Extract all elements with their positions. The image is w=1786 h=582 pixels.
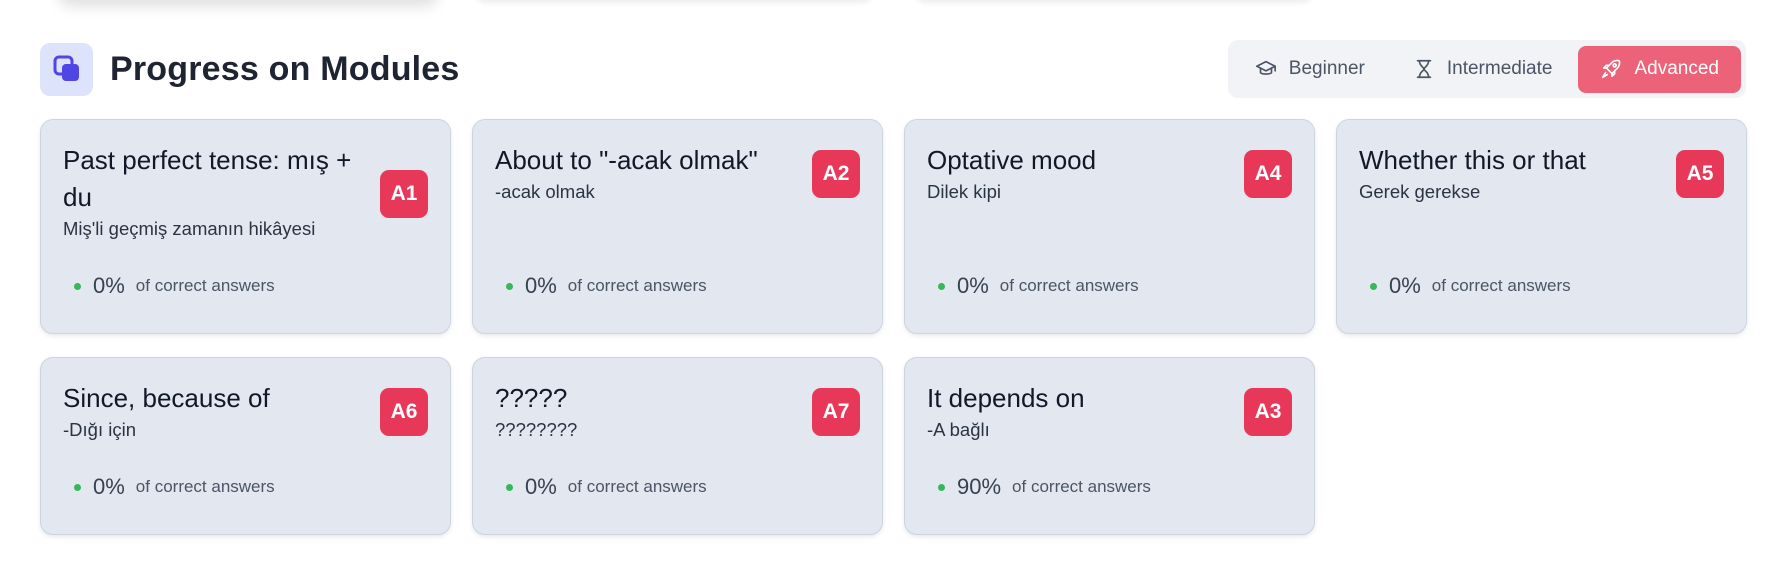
module-card[interactable]: About to "-acak olmak" -acak olmak A2 0%… — [472, 119, 883, 334]
progress-label: of correct answers — [567, 477, 707, 496]
level-badge: A2 — [812, 150, 860, 198]
level-badge: A3 — [1244, 388, 1292, 436]
module-card[interactable]: Optative mood Dilek kipi A4 0% of correc… — [904, 119, 1315, 334]
module-subtitle: ???????? — [495, 419, 578, 440]
level-badge: A4 — [1244, 150, 1292, 198]
status-dot — [74, 282, 81, 290]
stacked-squares-icon — [40, 42, 93, 96]
module-title: Whether this or that — [1359, 145, 1586, 175]
level-badge: A5 — [1676, 150, 1724, 198]
module-title: Since, because of — [63, 383, 270, 413]
module-grid: Past perfect tense: mış + du Miş'li geçm… — [40, 119, 1747, 535]
progress-row: 90% of correct answers — [938, 474, 1151, 500]
module-card[interactable]: ????? ???????? A7 0% of correct answers — [472, 357, 883, 535]
progress-value: 0% — [93, 474, 125, 499]
progress-value: 0% — [525, 273, 557, 298]
progress-row: 0% of correct answers — [506, 474, 707, 500]
progress-row: 0% of correct answers — [506, 273, 707, 299]
status-dot — [506, 282, 513, 290]
level-badge: A7 — [812, 388, 860, 436]
graduation-cap-icon — [1255, 58, 1277, 80]
level-button-advanced[interactable]: Advanced — [1578, 45, 1741, 93]
module-card[interactable]: Past perfect tense: mış + du Miş'li geçm… — [40, 119, 451, 334]
progress-value: 0% — [93, 273, 125, 298]
module-card[interactable]: It depends on -A bağlı A3 90% of correct… — [904, 357, 1315, 535]
progress-label: of correct answers — [135, 477, 275, 496]
module-subtitle: Gerek gerekse — [1359, 181, 1481, 202]
level-button-label: Beginner — [1288, 58, 1365, 79]
module-subtitle: -Dığı için — [63, 419, 136, 440]
progress-row: 0% of correct answers — [74, 273, 275, 299]
module-title: Past perfect tense: mış + du — [63, 145, 352, 212]
module-title: About to "-acak olmak" — [495, 145, 758, 175]
progress-row: 0% of correct answers — [74, 474, 275, 500]
module-subtitle: -acak olmak — [495, 181, 595, 202]
progress-label: of correct answers — [999, 276, 1139, 295]
section-header: Progress on Modules Beginner Intermediat… — [40, 40, 1746, 98]
progress-row: 0% of correct answers — [938, 273, 1139, 299]
status-dot — [938, 282, 945, 290]
progress-row: 0% of correct answers — [1370, 273, 1571, 299]
progress-label: of correct answers — [1431, 276, 1571, 295]
level-badge: A1 — [380, 170, 428, 218]
progress-value: 0% — [1389, 273, 1421, 298]
level-button-intermediate[interactable]: Intermediate — [1391, 46, 1575, 93]
level-button-beginner[interactable]: Beginner — [1233, 46, 1387, 93]
hourglass-icon — [1413, 58, 1435, 80]
module-subtitle: -A bağlı — [927, 419, 990, 440]
status-dot — [1370, 282, 1377, 290]
status-dot — [74, 483, 81, 491]
progress-label: of correct answers — [1012, 477, 1151, 496]
module-subtitle: Miş'li geçmiş zamanın hikâyesi — [63, 218, 316, 239]
progress-label: of correct answers — [135, 276, 275, 295]
level-button-label: Intermediate — [1446, 58, 1553, 79]
module-title: Optative mood — [927, 145, 1097, 175]
section-title: Progress on Modules — [110, 49, 460, 88]
level-badge: A6 — [380, 388, 428, 436]
module-subtitle: Dilek kipi — [927, 181, 1002, 202]
module-title: ????? — [495, 383, 568, 413]
module-card[interactable]: Since, because of -Dığı için A6 0% of co… — [40, 357, 451, 535]
module-title: It depends on — [927, 383, 1085, 413]
status-dot — [938, 483, 945, 491]
progress-value: 90% — [957, 474, 1002, 499]
progress-value: 0% — [957, 273, 989, 298]
level-button-label: Advanced — [1634, 58, 1719, 79]
rocket-icon — [1600, 58, 1622, 80]
status-dot — [506, 483, 513, 491]
level-filter: Beginner Intermediate Advanced — [1227, 40, 1746, 98]
progress-label: of correct answers — [567, 276, 707, 295]
progress-value: 0% — [525, 474, 557, 499]
module-card[interactable]: Whether this or that Gerek gerekse A5 0%… — [1336, 119, 1747, 334]
